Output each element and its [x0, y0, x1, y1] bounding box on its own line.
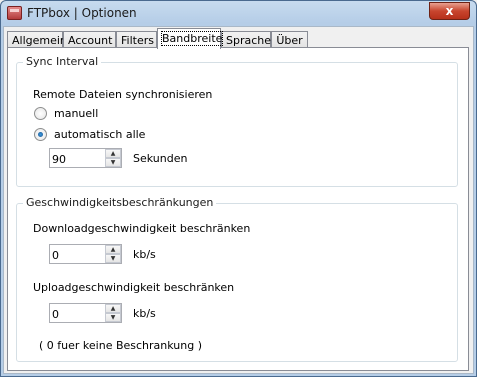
interval-input[interactable]	[50, 149, 105, 167]
interval-up-arrow-icon[interactable]: ▲	[105, 149, 121, 158]
download-spin-buttons: ▲ ▼	[105, 245, 121, 263]
speed-limits-group: Geschwindigkeitsbeschränkungen Downloadg…	[16, 196, 458, 362]
radio-automatic-label[interactable]: automatisch alle	[54, 128, 145, 141]
dialog-client-area: Allgemein Account Filters Bandbreite Spr…	[3, 26, 474, 374]
download-unit: kb/s	[133, 248, 156, 261]
tab-allgemein[interactable]: Allgemein	[7, 31, 67, 48]
upload-limit-input[interactable]	[50, 304, 105, 322]
download-down-arrow-icon[interactable]: ▼	[105, 254, 121, 263]
tab-bandbreite[interactable]: Bandbreite	[157, 28, 224, 49]
sync-interval-group: Sync Interval Remote Dateien synchronisi…	[16, 55, 458, 187]
download-up-arrow-icon[interactable]: ▲	[105, 245, 121, 254]
upload-up-arrow-icon[interactable]: ▲	[105, 304, 121, 313]
upload-down-arrow-icon[interactable]: ▼	[105, 313, 121, 322]
tab-label: Bandbreite	[160, 31, 224, 46]
radio-manual[interactable]	[34, 107, 47, 120]
close-button[interactable]: x	[429, 2, 470, 20]
tab-filters[interactable]: Filters	[116, 31, 157, 48]
bandbreite-panel: Sync Interval Remote Dateien synchronisi…	[7, 47, 469, 371]
interval-unit: Sekunden	[133, 152, 188, 165]
interval-spin-buttons: ▲ ▼	[105, 149, 121, 167]
upload-limit-stepper[interactable]: ▲ ▼	[49, 303, 122, 323]
tab-account[interactable]: Account	[63, 31, 116, 48]
interval-down-arrow-icon[interactable]: ▼	[105, 158, 121, 167]
sync-interval-legend: Sync Interval	[23, 55, 102, 68]
tab-sprache[interactable]: Sprache	[221, 31, 271, 48]
download-limit-stepper[interactable]: ▲ ▼	[49, 244, 122, 264]
ftpbox-app-icon	[7, 6, 22, 20]
tab-label: Allgemein	[12, 34, 67, 47]
tab-label: Sprache	[226, 34, 272, 47]
radio-manual-label[interactable]: manuell	[54, 107, 98, 120]
download-limit-label: Downloadgeschwindigkeit beschränken	[33, 222, 251, 235]
title-bar[interactable]: FTPbox | Optionen x	[1, 1, 476, 26]
sync-heading: Remote Dateien synchronisieren	[33, 88, 213, 101]
tab-label: Account	[68, 34, 113, 47]
upload-spin-buttons: ▲ ▼	[105, 304, 121, 322]
interval-stepper[interactable]: ▲ ▼	[49, 148, 122, 168]
download-limit-input[interactable]	[50, 245, 105, 263]
no-limit-note: ( 0 fuer keine Beschrankung )	[39, 339, 202, 352]
tab-label: Filters	[121, 34, 154, 47]
upload-unit: kb/s	[133, 307, 156, 320]
window-title: FTPbox | Optionen	[27, 6, 137, 20]
tab-ueber[interactable]: Über	[271, 31, 308, 48]
speed-limits-legend: Geschwindigkeitsbeschränkungen	[23, 196, 217, 209]
options-window: FTPbox | Optionen x Allgemein Account Fi…	[0, 0, 477, 377]
upload-limit-label: Uploadgeschwindigkeit beschränken	[33, 281, 235, 294]
tab-label: Über	[276, 34, 303, 47]
radio-automatic[interactable]	[34, 128, 47, 141]
